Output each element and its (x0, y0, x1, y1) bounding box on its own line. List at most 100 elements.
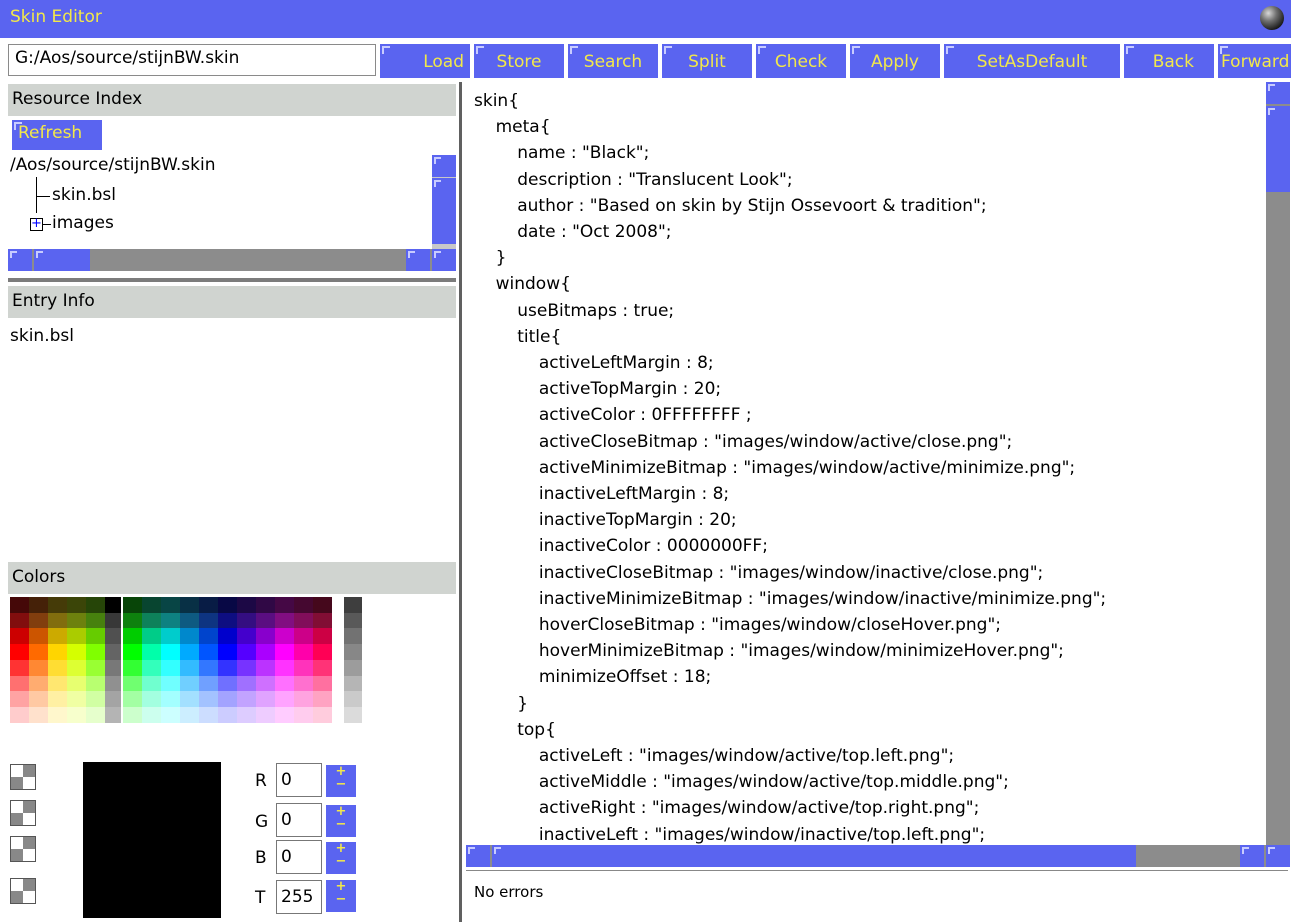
palette-swatch[interactable] (67, 659, 86, 676)
editor-scroll-up-button[interactable] (1266, 82, 1290, 104)
editor-scroll-left-button[interactable] (466, 845, 490, 867)
tree-item-images[interactable]: images (52, 213, 114, 233)
editor-vertical-scroll-thumb[interactable] (1266, 106, 1290, 192)
palette-swatch[interactable] (237, 597, 256, 613)
palette-swatch[interactable] (294, 628, 313, 645)
palette-swatch[interactable] (294, 597, 313, 613)
palette-swatch[interactable] (199, 597, 218, 613)
palette-swatch[interactable] (10, 644, 29, 661)
palette-swatch[interactable] (105, 675, 121, 692)
palette-swatch[interactable] (180, 628, 199, 645)
palette-swatch[interactable] (313, 597, 332, 613)
palette-swatch[interactable] (218, 612, 237, 629)
palette-swatch[interactable] (48, 706, 67, 723)
palette-swatch[interactable] (142, 691, 161, 708)
palette-swatch[interactable] (275, 628, 294, 645)
palette-swatch[interactable] (313, 675, 332, 692)
palette-swatch[interactable] (48, 612, 67, 629)
palette-swatch[interactable] (199, 659, 218, 676)
palette-swatch[interactable] (275, 597, 294, 613)
palette-swatch[interactable] (275, 691, 294, 708)
expand-plus-icon[interactable]: + (30, 217, 43, 231)
palette-swatch[interactable] (344, 644, 362, 661)
palette-swatch[interactable] (142, 597, 161, 613)
transparency-stepper[interactable]: + − (326, 880, 356, 912)
palette-swatch[interactable] (67, 644, 86, 661)
palette-swatch[interactable] (344, 691, 362, 708)
palette-swatch[interactable] (218, 675, 237, 692)
transparency-swatch-icon[interactable] (10, 878, 36, 904)
split-button[interactable]: Split (662, 44, 752, 78)
palette-swatch[interactable] (67, 706, 86, 723)
palette-swatch[interactable] (344, 706, 362, 723)
palette-swatch[interactable] (29, 675, 48, 692)
palette-swatch[interactable] (48, 628, 67, 645)
palette-swatch[interactable] (86, 644, 105, 661)
palette-swatch[interactable] (199, 691, 218, 708)
palette-swatch[interactable] (48, 644, 67, 661)
palette-swatch[interactable] (29, 644, 48, 661)
palette-swatch[interactable] (294, 612, 313, 629)
editor-vertical-scrollbar[interactable] (1266, 82, 1290, 852)
palette-swatch[interactable] (105, 706, 121, 723)
palette-swatch[interactable] (180, 597, 199, 613)
palette-swatch[interactable] (48, 675, 67, 692)
palette-swatch[interactable] (199, 706, 218, 723)
palette-swatch[interactable] (10, 628, 29, 645)
palette-swatch[interactable] (142, 612, 161, 629)
palette-swatch[interactable] (275, 612, 294, 629)
tree-scroll-right-button[interactable] (406, 249, 430, 271)
palette-swatch[interactable] (29, 659, 48, 676)
palette-swatch[interactable] (142, 659, 161, 676)
palette-swatch[interactable] (256, 659, 275, 676)
palette-swatch[interactable] (67, 675, 86, 692)
window-control-orb-icon[interactable] (1260, 6, 1284, 30)
skin-path-input[interactable]: G:/Aos/source/stijnBW.skin (8, 44, 376, 76)
palette-swatch[interactable] (294, 675, 313, 692)
back-button[interactable]: Back (1124, 44, 1214, 78)
palette-swatch[interactable] (294, 644, 313, 661)
tree-horizontal-scroll-thumb[interactable] (34, 249, 90, 271)
palette-swatch[interactable] (180, 659, 199, 676)
palette-swatch[interactable] (199, 612, 218, 629)
editor-horizontal-scroll-thumb[interactable] (492, 845, 1136, 867)
palette-swatch[interactable] (142, 644, 161, 661)
palette-swatch[interactable] (123, 628, 142, 645)
palette-swatch[interactable] (313, 612, 332, 629)
palette-swatch[interactable] (105, 612, 121, 629)
left-panel-divider[interactable] (459, 82, 462, 922)
palette-swatch[interactable] (123, 659, 142, 676)
palette-swatch[interactable] (105, 659, 121, 676)
palette-swatch[interactable] (218, 597, 237, 613)
title-bar[interactable]: Skin Editor (0, 0, 1291, 38)
code-editor[interactable]: skin{ meta{ name : "Black"; description … (466, 82, 1265, 845)
editor-scroll-right-button[interactable] (1240, 845, 1264, 867)
palette-swatch[interactable] (344, 612, 362, 629)
panel-splitter[interactable] (8, 278, 456, 282)
apply-button[interactable]: Apply (850, 44, 940, 78)
palette-swatch[interactable] (67, 628, 86, 645)
palette-swatch[interactable] (344, 628, 362, 645)
palette-swatch[interactable] (123, 597, 142, 613)
palette-swatch[interactable] (105, 597, 121, 613)
palette-swatch[interactable] (142, 628, 161, 645)
tree-scroll-left-button[interactable] (8, 249, 32, 271)
transparency-swatch-icon[interactable] (10, 836, 36, 862)
palette-swatch[interactable] (161, 691, 180, 708)
palette-swatch[interactable] (48, 659, 67, 676)
set-as-default-button[interactable]: SetAsDefault (944, 44, 1120, 78)
load-button[interactable]: Load (380, 44, 470, 78)
palette-swatch[interactable] (86, 612, 105, 629)
palette-swatch[interactable] (142, 706, 161, 723)
palette-swatch[interactable] (256, 628, 275, 645)
palette-swatch[interactable] (275, 706, 294, 723)
tree-root-item[interactable]: /Aos/source/stijnBW.skin (10, 155, 216, 175)
palette-swatch[interactable] (294, 706, 313, 723)
palette-swatch[interactable] (180, 612, 199, 629)
refresh-button[interactable]: Refresh (12, 120, 102, 150)
palette-swatch[interactable] (237, 659, 256, 676)
palette-swatch[interactable] (161, 659, 180, 676)
palette-swatch[interactable] (256, 597, 275, 613)
palette-swatch[interactable] (313, 644, 332, 661)
search-button[interactable]: Search (568, 44, 658, 78)
